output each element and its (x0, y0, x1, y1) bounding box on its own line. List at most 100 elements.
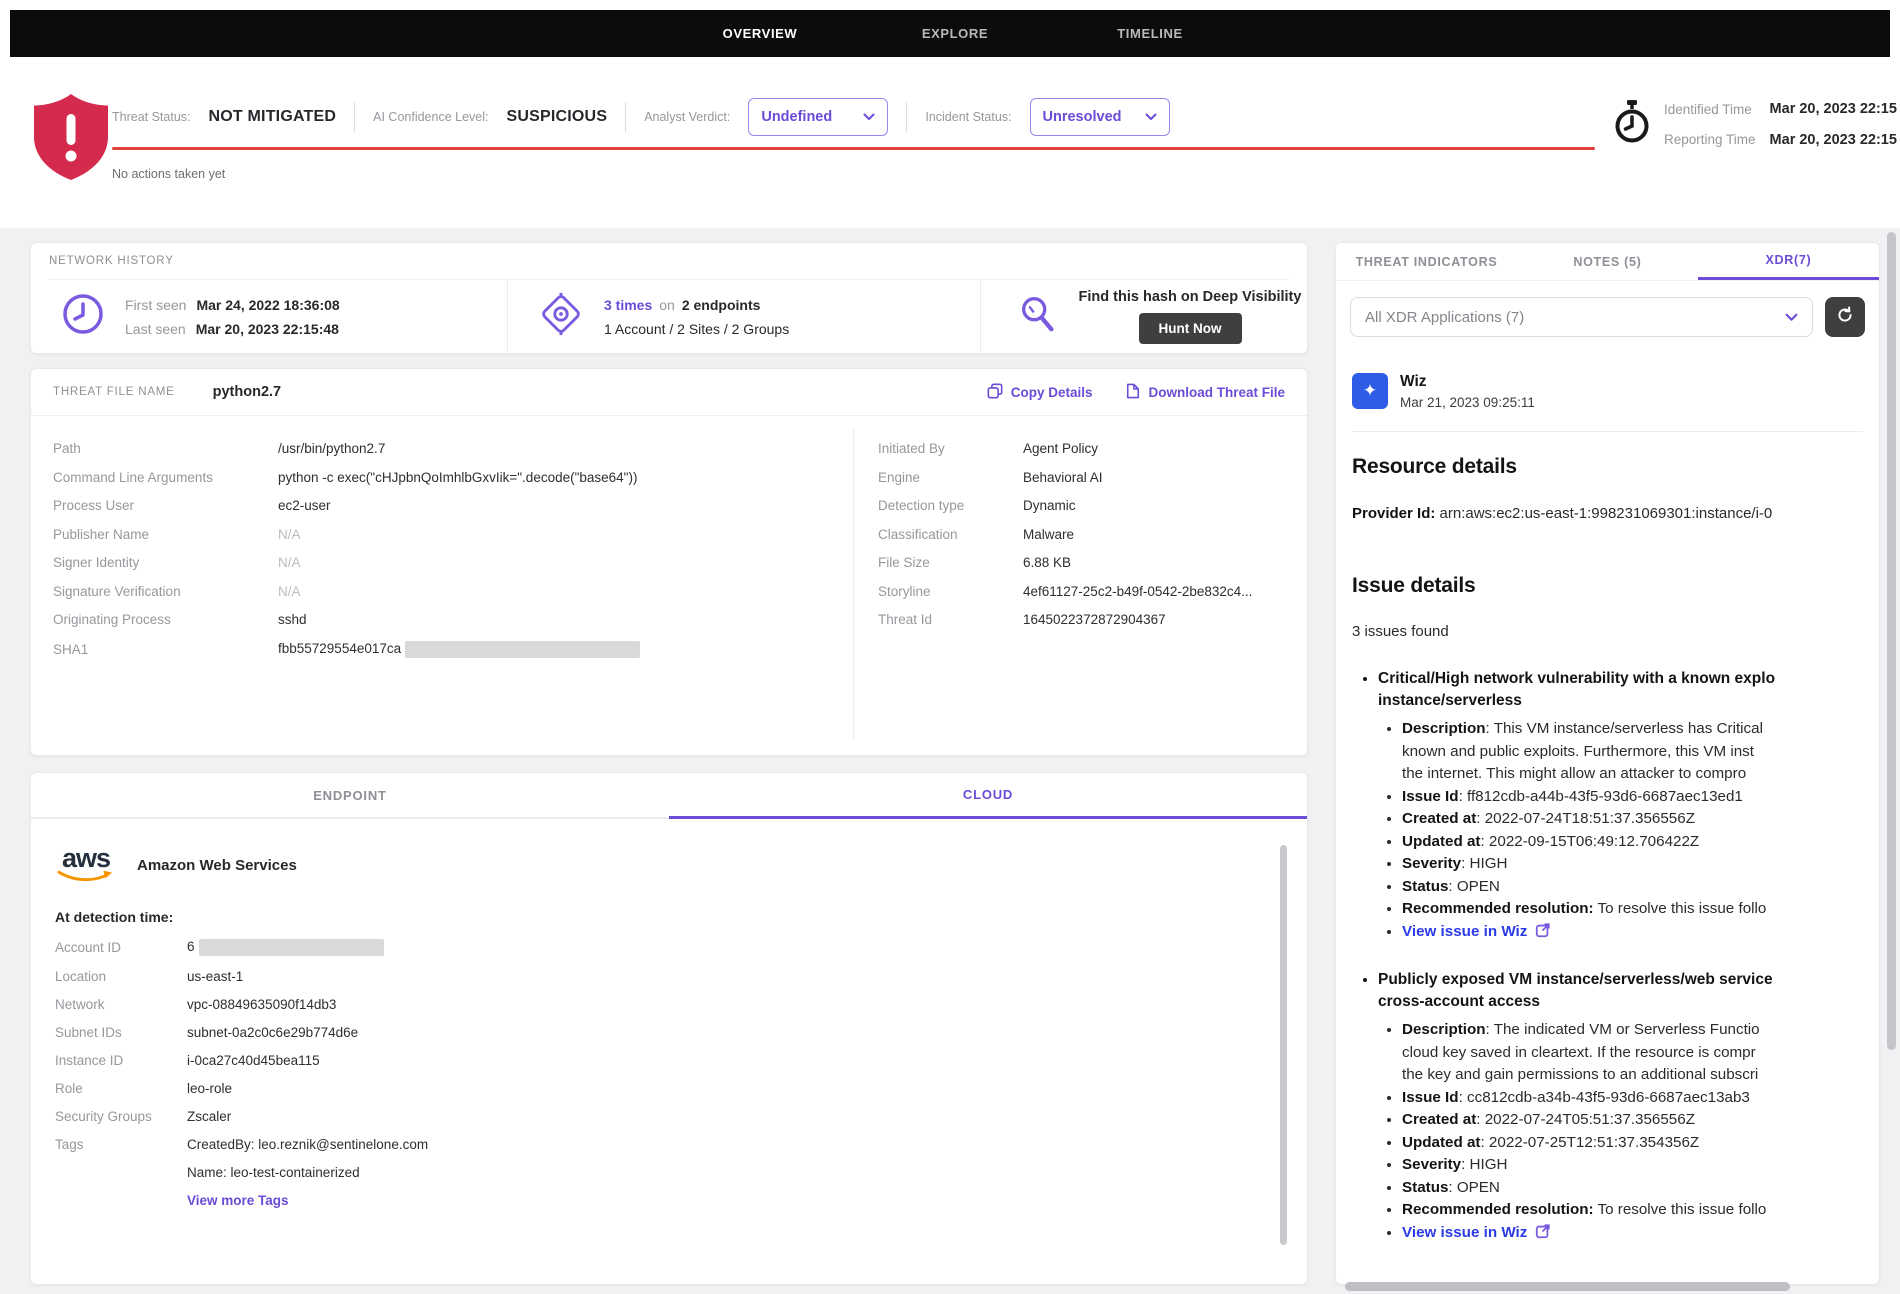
field-value: i-0ca27c40d45bea115 (187, 1053, 320, 1068)
first-seen-label: First seen (125, 297, 186, 313)
clock-icon (61, 292, 105, 341)
stopwatch-icon (1612, 98, 1652, 151)
no-actions-text: No actions taken yet (112, 167, 225, 181)
cloud-details: Account ID6 Locationus-east-1 Networkvpc… (55, 939, 1307, 1180)
reporting-time-value: Mar 20, 2023 22:15 (1770, 132, 1897, 148)
network-history-title: NETWORK HISTORY (49, 255, 174, 267)
field-value: sshd (278, 612, 307, 627)
view-issue-link-item: View issue in Wiz (1402, 1222, 1879, 1247)
cloud-card-scrollbar[interactable] (1280, 845, 1287, 1245)
aws-logo: aws (55, 847, 117, 883)
tab-endpoint[interactable]: ENDPOINT (31, 773, 669, 819)
field-label: Classification (878, 527, 1023, 542)
field-value: fbb55729554e017ca (278, 641, 640, 658)
tab-xdr[interactable]: XDR(7) (1698, 243, 1879, 280)
field-label: Detection type (878, 498, 1023, 513)
field-value: N/A (278, 584, 301, 599)
issue-id: Issue Id: cc812cdb-a34b-43f5-93d6-6687ae… (1402, 1087, 1879, 1110)
analyst-verdict-select[interactable]: Undefined (748, 98, 888, 136)
chevron-down-icon (1145, 108, 1157, 126)
times-box: Identified Time Mar 20, 2023 22:15 Repor… (1612, 98, 1897, 151)
identified-time-label: Identified Time (1664, 102, 1756, 117)
threat-details-page: OVERVIEW EXPLORE TIMELINE Threat Status:… (0, 0, 1900, 1294)
field-value: subnet-0a2c0c6e29b774d6e (187, 1025, 358, 1040)
analyst-verdict-label: Analyst Verdict: (644, 110, 730, 124)
issue-title-line2: instance/serverless (1378, 690, 1879, 712)
xdr-applications-select[interactable]: All XDR Applications (7) (1350, 297, 1813, 337)
external-link-icon[interactable] (1535, 1223, 1551, 1247)
download-threat-file-button[interactable]: Download Threat File (1126, 383, 1285, 402)
endpoints-count: 2 endpoints (682, 297, 761, 313)
hunt-now-button[interactable]: Hunt Now (1139, 313, 1242, 344)
times-seen-link[interactable]: 3 times (604, 297, 652, 313)
issue-id: Issue Id: ff812cdb-a44b-43f5-93d6-6687ae… (1402, 786, 1879, 809)
analyst-verdict-value: Undefined (761, 109, 832, 125)
field-label: Signature Verification (53, 584, 278, 599)
xdr-vertical-scrollbar[interactable] (1887, 232, 1896, 1050)
field-label: Path (53, 441, 278, 456)
incident-status-value: Unresolved (1043, 109, 1122, 125)
issue-resolution: Recommended resolution: To resolve this … (1402, 1199, 1879, 1222)
threat-status-label: Threat Status: (112, 110, 191, 124)
divider (625, 102, 626, 132)
copy-details-button[interactable]: Copy Details (987, 383, 1093, 402)
active-tab-indicator (718, 57, 818, 68)
xdr-applications-value: All XDR Applications (7) (1365, 309, 1524, 326)
field-label: Engine (878, 470, 1023, 485)
redaction-box (405, 641, 640, 658)
incident-status-select[interactable]: Unresolved (1030, 98, 1170, 136)
field-label: Subnet IDs (55, 1025, 187, 1040)
field-value: ec2-user (278, 498, 331, 513)
field-value: 1645022372872904367 (1023, 612, 1166, 627)
threat-shield-icon (30, 92, 112, 187)
download-threat-file-label: Download Threat File (1148, 385, 1285, 400)
issue-status: Status: OPEN (1402, 876, 1879, 899)
field-label: Originating Process (53, 612, 278, 627)
issue-resolution: Recommended resolution: To resolve this … (1402, 898, 1879, 921)
threat-file-name: python2.7 (213, 384, 281, 400)
seen-times-section: First seenMar 24, 2022 18:36:08 Last see… (31, 280, 508, 353)
refresh-icon (1836, 306, 1854, 329)
threat-file-card: THREAT FILE NAME python2.7 Copy Details … (30, 368, 1308, 756)
field-value: Zscaler (187, 1109, 231, 1124)
view-issue-in-wiz-link[interactable]: View issue in Wiz (1402, 1224, 1527, 1241)
field-value: 4ef61127-25c2-b49f-0542-2be832c4... (1023, 584, 1252, 599)
wiz-app-icon: ✦ (1352, 373, 1388, 409)
last-seen-label: Last seen (125, 321, 186, 337)
field-value: Malware (1023, 527, 1074, 542)
issue-title-line2: cross-account access (1378, 991, 1879, 1013)
view-issue-in-wiz-link[interactable]: View issue in Wiz (1402, 923, 1527, 940)
threat-status-value: NOT MITIGATED (209, 108, 337, 126)
field-label: Signer Identity (53, 555, 278, 570)
reporting-time-label: Reporting Time (1664, 132, 1756, 147)
tab-notes[interactable]: NOTES (5) (1517, 243, 1698, 280)
field-value: N/A (278, 527, 301, 542)
issue-status: Status: OPEN (1402, 1177, 1879, 1200)
field-label: Initiated By (878, 441, 1023, 456)
tab-timeline[interactable]: TIMELINE (1080, 26, 1220, 41)
field-label: Storyline (878, 584, 1023, 599)
copy-details-label: Copy Details (1011, 385, 1093, 400)
tab-overview[interactable]: OVERVIEW (690, 26, 830, 41)
xdr-horizontal-scrollbar[interactable] (1345, 1282, 1790, 1291)
tab-threat-indicators[interactable]: THREAT INDICATORS (1336, 243, 1517, 280)
identified-time-value: Mar 20, 2023 22:15 (1770, 101, 1897, 117)
tab-cloud[interactable]: CLOUD (669, 773, 1307, 819)
field-label: Account ID (55, 940, 187, 955)
external-link-icon[interactable] (1535, 922, 1551, 946)
provider-id-value: arn:aws:ec2:us-east-1:998231069301:insta… (1435, 505, 1772, 522)
refresh-button[interactable] (1825, 297, 1865, 337)
aws-smile-icon (57, 869, 115, 883)
ai-confidence-label: AI Confidence Level: (373, 110, 488, 124)
cloud-provider-name: Amazon Web Services (137, 857, 297, 874)
divider (906, 102, 907, 132)
tab-explore[interactable]: EXPLORE (885, 26, 1025, 41)
field-label: Command Line Arguments (53, 470, 278, 485)
threat-status-row: Threat Status: NOT MITIGATED AI Confiden… (112, 98, 1170, 136)
target-icon (538, 291, 584, 342)
field-value: CreatedBy: leo.reznik@sentinelone.com (187, 1137, 428, 1152)
issue-item: Publicly exposed VM instance/serverless/… (1378, 969, 1879, 1246)
file-details-right: Initiated ByAgent Policy EngineBehaviora… (853, 429, 1307, 739)
aws-logo-text: aws (62, 847, 110, 869)
view-more-tags-link[interactable]: View more Tags (187, 1193, 1307, 1208)
